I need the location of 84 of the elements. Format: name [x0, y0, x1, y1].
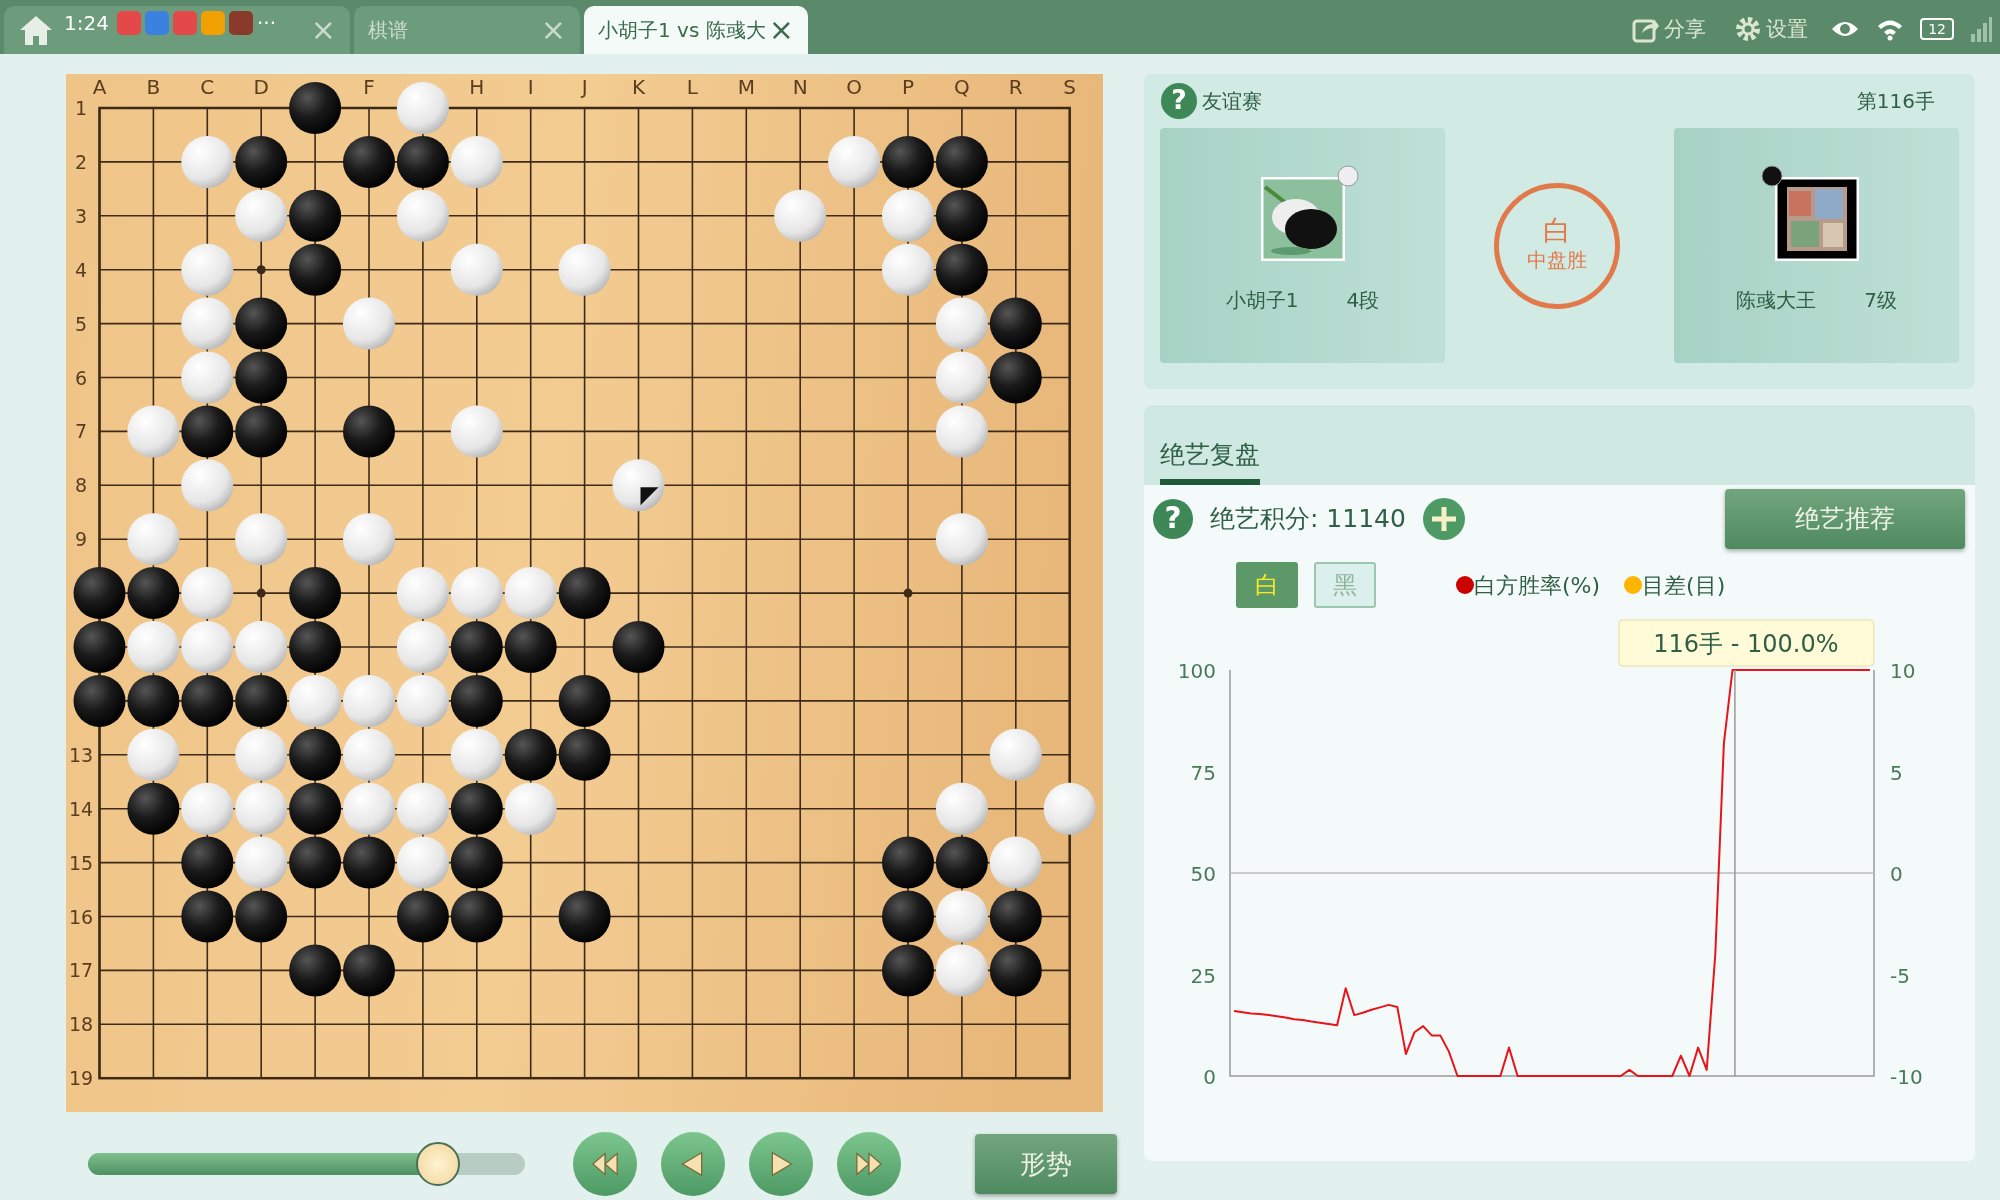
- coordinate-label: P: [901, 75, 915, 99]
- share-button[interactable]: 分享: [1626, 12, 1713, 46]
- coordinate-label: R: [1008, 75, 1023, 99]
- help-icon: ?: [1160, 82, 1198, 120]
- coordinate-label: 17: [68, 959, 94, 982]
- tab[interactable]: 小胡子1 vs 陈彧大×: [584, 6, 808, 54]
- score-label: 绝艺积分: 11140: [1210, 503, 1406, 536]
- axis-tick-label: 75: [1190, 760, 1216, 785]
- coordinate-label: J: [581, 75, 588, 99]
- axis-tick-label: 5: [1890, 760, 1903, 785]
- app-icon: [116, 11, 141, 35]
- player-rank: 4段: [1346, 286, 1380, 314]
- coordinate-label: 1: [74, 97, 88, 119]
- coordinate-label: A: [92, 75, 107, 99]
- gear-icon: [1734, 15, 1763, 44]
- close-icon[interactable]: ×: [768, 15, 794, 45]
- player-name: 小胡子1: [1225, 286, 1299, 314]
- coordinate-label: 18: [68, 1013, 94, 1036]
- chart-tooltip: 116手 - 100.0%: [1618, 619, 1875, 667]
- coordinate-label: S: [1063, 75, 1077, 99]
- coordinate-label: F: [363, 75, 375, 99]
- app-icon: [144, 11, 169, 35]
- coordinate-label: 16: [68, 905, 94, 928]
- close-icon[interactable]: ×: [540, 15, 566, 45]
- more-indicator: ···: [256, 10, 276, 37]
- axis-tick-label: 0: [1890, 862, 1903, 886]
- home-icon: [18, 14, 54, 46]
- side-toggle[interactable]: 黑: [1314, 562, 1376, 608]
- coordinate-label: K: [631, 75, 646, 99]
- coordinate-label: B: [146, 75, 161, 99]
- coordinate-label: M: [737, 75, 755, 99]
- coordinate-label: 5: [74, 312, 88, 335]
- signal-icon: [1970, 16, 1992, 43]
- axis-tick-label: -10: [1890, 1065, 1923, 1089]
- axis-tick-label: 100: [1177, 659, 1216, 683]
- result-method: 中盘胜: [1526, 246, 1587, 274]
- recommend-button[interactable]: 绝艺推荐: [1725, 489, 1965, 549]
- tab[interactable]: 棋谱 ×: [354, 6, 580, 54]
- coordinate-label: L: [686, 75, 698, 99]
- player-rank: 7级: [1864, 286, 1897, 314]
- coordinate-label: C: [200, 75, 215, 99]
- coordinate-label: 4: [74, 258, 88, 281]
- settings-button[interactable]: 设置: [1728, 12, 1815, 46]
- coordinate-label: 15: [68, 851, 94, 874]
- coordinate-label: 2: [74, 150, 88, 173]
- app-icon: [228, 11, 253, 35]
- side-toggle[interactable]: 白: [1236, 562, 1298, 608]
- coordinate-label: 13: [68, 743, 94, 766]
- axis-tick-label: 25: [1190, 963, 1216, 988]
- coordinate-label: 14: [68, 797, 94, 820]
- coordinate-label: Q: [954, 75, 970, 99]
- tab[interactable]: 绝艺复盘: [1160, 435, 1260, 485]
- coordinate-label: 19: [68, 1067, 94, 1090]
- coordinate-label: O: [846, 75, 862, 99]
- coordinate-label: 7: [74, 420, 88, 443]
- move-number: 第116手: [1856, 88, 1935, 115]
- legend-label: 目差(目): [1642, 571, 1726, 600]
- coordinate-label: 8: [74, 474, 88, 497]
- plus-icon: [1421, 497, 1466, 541]
- slider-thumb[interactable]: [415, 1142, 460, 1186]
- coordinate-label: 3: [74, 204, 88, 227]
- app-icon: [200, 11, 225, 35]
- coordinate-label: H: [469, 75, 485, 99]
- coordinate-label: N: [792, 75, 808, 99]
- axis-tick-label: 50: [1190, 862, 1216, 886]
- situation-button[interactable]: 形势: [975, 1134, 1117, 1194]
- coordinate-label: I: [527, 75, 534, 99]
- coordinate-label: D: [253, 75, 269, 99]
- app-icon: [172, 11, 197, 35]
- coordinate-label: 6: [74, 366, 88, 389]
- result-winner: 白: [1542, 216, 1571, 245]
- coordinate-label: 9: [74, 528, 88, 551]
- help-icon: ?: [1152, 498, 1194, 540]
- battery-icon: 12: [1920, 18, 1954, 41]
- match-type: 友谊赛: [1202, 88, 1262, 115]
- player-name: 陈彧大王: [1736, 286, 1817, 314]
- close-icon[interactable]: ×: [310, 15, 336, 45]
- status-time: 1:24: [64, 10, 109, 37]
- axis-tick-label: -5: [1890, 963, 1910, 988]
- axis-tick-label: 10: [1890, 659, 1916, 683]
- legend-label: 白方胜率(%): [1474, 571, 1601, 600]
- axis-tick-label: 0: [1203, 1065, 1216, 1089]
- add-button[interactable]: [1421, 497, 1466, 541]
- move-slider[interactable]: [88, 1142, 525, 1186]
